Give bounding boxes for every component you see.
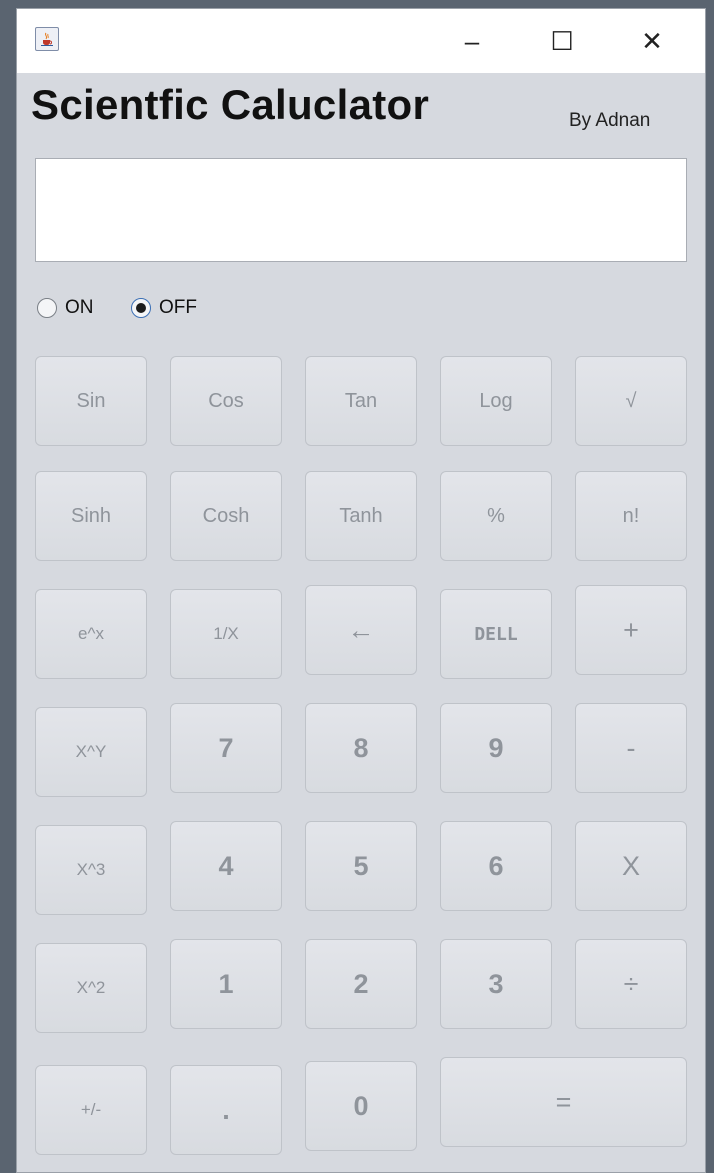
tanh-button[interactable]: Tanh (305, 471, 417, 561)
power-off-label: OFF (159, 297, 197, 318)
maximize-button[interactable]: ☐ (527, 9, 597, 73)
author-label: By Adnan (569, 110, 651, 131)
minus-button[interactable]: - (575, 703, 687, 793)
calculator-window: – ☐ ✕ Scientfic Caluclator By Adnan ON O… (16, 8, 706, 1173)
cube-button[interactable]: X^3 (35, 825, 147, 915)
multiply-button[interactable]: X (575, 821, 687, 911)
power-on-label: ON (65, 297, 94, 318)
digit-7-button[interactable]: 7 (170, 703, 282, 793)
digit-1-button[interactable]: 1 (170, 939, 282, 1029)
power-off-radio[interactable]: OFF (131, 297, 197, 319)
delete-button[interactable]: DELL (440, 589, 552, 679)
sqrt-button[interactable]: √ (575, 356, 687, 446)
sin-button[interactable]: Sin (35, 356, 147, 446)
backspace-button[interactable]: ← (305, 585, 417, 675)
percent-button[interactable]: % (440, 471, 552, 561)
radio-unchecked-icon (37, 298, 57, 318)
digit-6-button[interactable]: 6 (440, 821, 552, 911)
cos-button[interactable]: Cos (170, 356, 282, 446)
digit-0-button[interactable]: 0 (305, 1061, 417, 1151)
exp-button[interactable]: e^x (35, 589, 147, 679)
power-xy-button[interactable]: X^Y (35, 707, 147, 797)
cosh-button[interactable]: Cosh (170, 471, 282, 561)
digit-5-button[interactable]: 5 (305, 821, 417, 911)
display-field[interactable] (35, 158, 687, 262)
equals-button[interactable]: = (440, 1057, 687, 1147)
digit-9-button[interactable]: 9 (440, 703, 552, 793)
log-button[interactable]: Log (440, 356, 552, 446)
title-bar[interactable]: – ☐ ✕ (17, 9, 705, 73)
decimal-button[interactable]: . (170, 1065, 282, 1155)
digit-2-button[interactable]: 2 (305, 939, 417, 1029)
factorial-button[interactable]: n! (575, 471, 687, 561)
tan-button[interactable]: Tan (305, 356, 417, 446)
digit-8-button[interactable]: 8 (305, 703, 417, 793)
reciprocal-button[interactable]: 1/X (170, 589, 282, 679)
power-on-radio[interactable]: ON (37, 297, 94, 319)
digit-3-button[interactable]: 3 (440, 939, 552, 1029)
negate-button[interactable]: +/- (35, 1065, 147, 1155)
app-title: Scientfic Caluclator (31, 81, 430, 128)
radio-checked-icon (131, 298, 151, 318)
java-coffee-icon (35, 27, 59, 51)
close-button[interactable]: ✕ (617, 9, 687, 73)
square-button[interactable]: X^2 (35, 943, 147, 1033)
divide-button[interactable]: ÷ (575, 939, 687, 1029)
plus-button[interactable]: + (575, 585, 687, 675)
minimize-button[interactable]: – (437, 9, 507, 73)
sinh-button[interactable]: Sinh (35, 471, 147, 561)
digit-4-button[interactable]: 4 (170, 821, 282, 911)
